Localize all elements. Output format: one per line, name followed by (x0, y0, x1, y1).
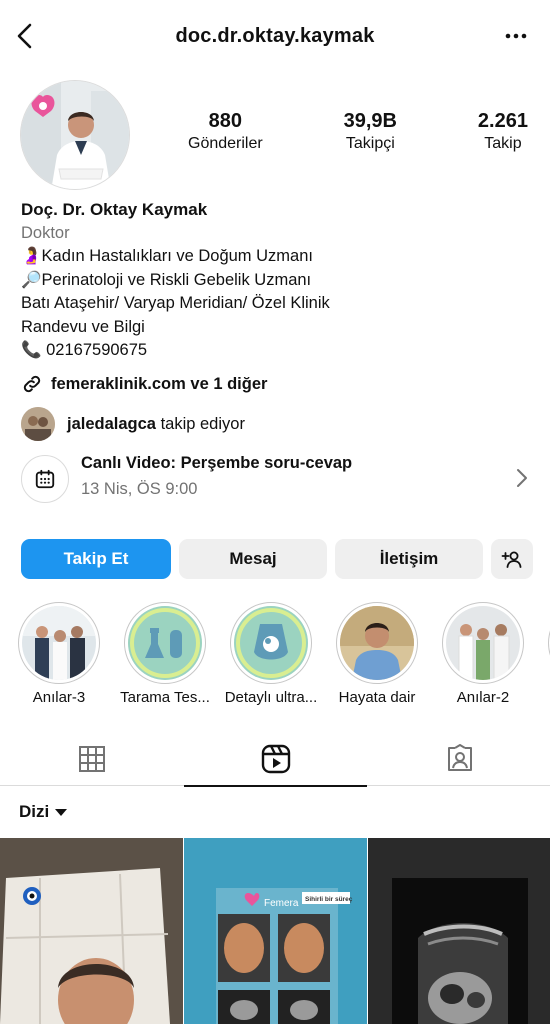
stat-label: Takip (484, 135, 522, 152)
highlight-label: Detaylı ultra... (224, 689, 318, 706)
highlight-item[interactable]: Detaylı ultra... (225, 602, 317, 706)
bio-line: Randevu ve Bilgi (21, 317, 145, 336)
chevron-right-icon (517, 469, 527, 487)
reels-grid: Femera Sihirli bir süreç (0, 838, 550, 1024)
series-filter-dropdown[interactable]: Dizi (19, 802, 69, 822)
tab-grid[interactable] (0, 732, 183, 786)
link-text: femeraklinik.com ve 1 diğer (51, 374, 268, 393)
reels-icon (261, 744, 290, 774)
grid-icon (78, 746, 105, 772)
thumb-brand: Femera (264, 898, 299, 909)
posts-count[interactable]: 880 Gönderiler (188, 108, 263, 154)
tab-tagged[interactable] (368, 732, 550, 786)
caret-down-icon (55, 809, 68, 816)
more-options-icon[interactable] (504, 26, 528, 46)
suggest-people-button[interactable] (491, 539, 533, 579)
profile-link[interactable]: femeraklinik.com ve 1 diğer (21, 373, 267, 395)
highlight-label: Anılar-3 (32, 689, 86, 706)
highlight-item[interactable]: Hayata dair (334, 602, 420, 706)
message-button[interactable]: Mesaj (179, 539, 327, 579)
highlight-cover (446, 606, 520, 680)
add-person-icon (501, 551, 522, 568)
reel-thumbnail[interactable] (368, 838, 550, 1024)
bio-phone[interactable]: 📞 02167590675 (21, 339, 531, 363)
thumb-tag: Sihirli bir süreç (305, 896, 353, 903)
highlight-label: Anılar-2 (456, 689, 510, 706)
follower-avatar (21, 407, 55, 441)
highlight-item[interactable]: Anılar-3 (16, 602, 102, 706)
profile-stats: 880 Gönderiler 39,9B Takipçi 2.261 Takip (188, 108, 528, 154)
contact-button[interactable]: İletişim (335, 539, 483, 579)
profile-avatar[interactable] (20, 80, 130, 190)
reel-thumbnail[interactable]: Femera Sihirli bir süreç (184, 838, 367, 1024)
highlight-label: Tarama Tes... (120, 689, 210, 706)
profile-category: Doktor (21, 223, 70, 242)
highlight-item[interactable]: Tarama Tes... (120, 602, 210, 706)
profile-display-name: Doç. Dr. Oktay Kaymak (21, 200, 208, 219)
event-title: Canlı Video: Perşembe soru-cevap (81, 454, 353, 472)
highlight-item[interactable]: Anılar-2 (440, 602, 526, 706)
follower-suffix: takip ediyor (155, 414, 245, 433)
profile-username: doc.dr.oktay.kaymak (175, 25, 375, 47)
highlight-cover (234, 606, 308, 680)
stat-label: Takipçi (345, 135, 395, 152)
reel-thumbnail[interactable] (0, 838, 183, 1024)
followers-count[interactable]: 39,9B Takipçi (344, 108, 397, 154)
followed-by[interactable]: jaledalagca takip ediyor (21, 407, 245, 441)
highlight-label: Hayata dair (338, 689, 416, 706)
tagged-person-icon (447, 744, 472, 771)
top-bar: doc.dr.oktay.kaymak (0, 0, 550, 72)
profile-actions: Takip Et Mesaj İletişim (21, 539, 533, 579)
stat-value: 39,9B (343, 110, 397, 132)
bio-line: Batı Ataşehir/ Varyap Meridian/ Özel Kli… (21, 294, 330, 312)
link-icon (23, 375, 41, 393)
live-event-card[interactable]: Canlı Video: Perşembe soru-cevap 13 Nis,… (21, 451, 531, 507)
stat-value: 2.261 (477, 110, 528, 132)
follower-username: jaledalagca (67, 414, 156, 433)
event-time: 13 Nis, ÖS 9:00 (81, 480, 198, 498)
follow-button[interactable]: Takip Et (21, 539, 171, 579)
bio-line: 🔎Perinatoloji ve Riskli Gebelik Uzmanı (21, 270, 312, 289)
highlight-cover (128, 606, 202, 680)
highlight-cover (340, 606, 414, 680)
profile-tabs (0, 732, 550, 787)
calendar-icon (21, 455, 69, 503)
profile-bio: Doç. Dr. Oktay Kaymak Doktor 🤰Kadın Hast… (21, 198, 531, 363)
bio-line: 🤰Kadın Hastalıkları ve Doğum Uzmanı (21, 247, 313, 265)
highlight-cover (22, 606, 96, 680)
highlight-item[interactable]: Ri (546, 602, 550, 706)
story-highlights: Anılar-3 Tarama Tes... Detaylı ultra... (0, 602, 550, 714)
series-label: Dizi (19, 802, 50, 821)
tab-reels[interactable] (184, 732, 367, 787)
following-count[interactable]: 2.261 Takip (478, 108, 528, 154)
stat-value: 880 (208, 110, 243, 132)
stat-label: Gönderiler (188, 135, 263, 152)
highlight-label: Ri (539, 689, 550, 706)
